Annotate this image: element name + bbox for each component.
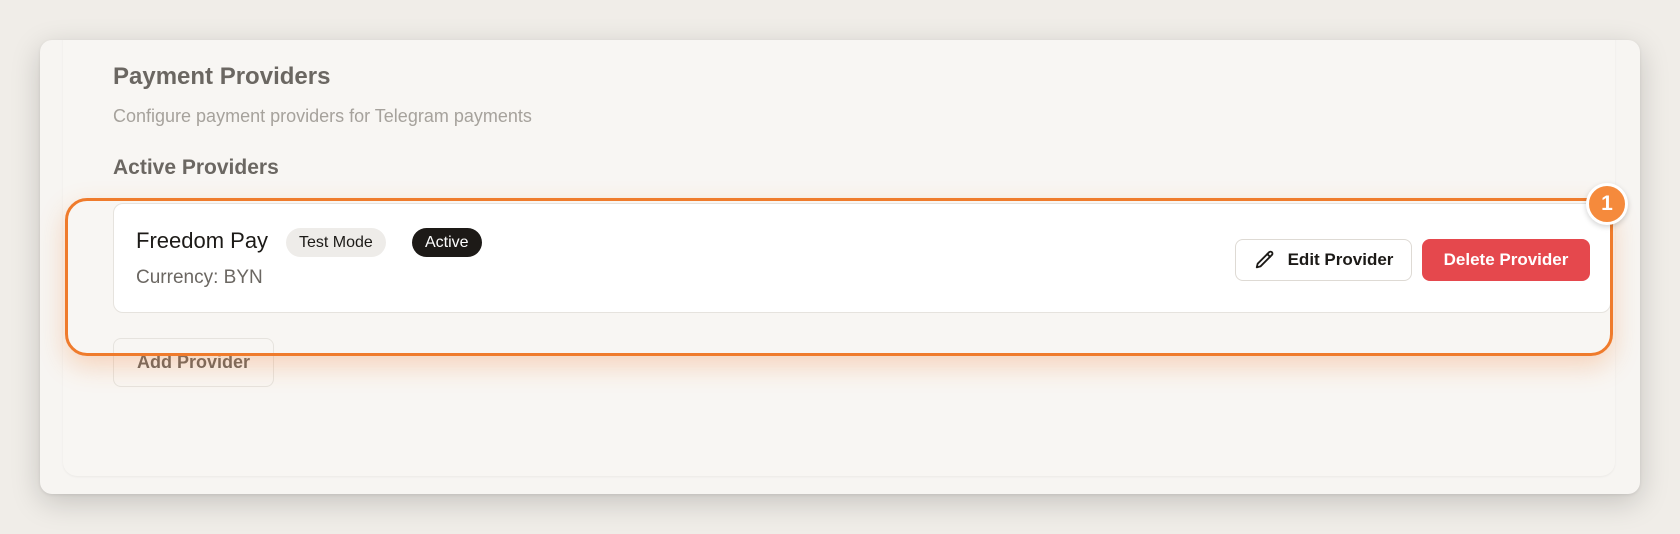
provider-row: Freedom Pay Test Mode Active Currency: B… xyxy=(113,203,1611,313)
section-description: Configure payment providers for Telegram… xyxy=(113,106,532,126)
provider-currency: Currency: BYN xyxy=(136,267,263,289)
test-mode-badge: Test Mode xyxy=(286,228,386,257)
pencil-icon xyxy=(1254,249,1276,271)
section-title: Payment Providers xyxy=(113,63,331,90)
settings-window: Payment Providers Configure payment prov… xyxy=(40,40,1640,494)
annotation-number-badge: 1 xyxy=(1586,183,1628,225)
currency-value: BYN xyxy=(223,267,263,288)
active-providers-heading: Active Providers xyxy=(113,156,279,179)
delete-provider-button[interactable]: Delete Provider xyxy=(1422,239,1590,281)
currency-label: Currency: xyxy=(136,267,219,288)
payment-providers-card: Payment Providers Configure payment prov… xyxy=(63,40,1615,476)
edit-provider-button[interactable]: Edit Provider xyxy=(1235,239,1412,281)
provider-name: Freedom Pay xyxy=(136,228,269,253)
add-provider-button[interactable]: Add Provider xyxy=(113,338,274,387)
status-badge: Active xyxy=(412,228,482,257)
edit-provider-label: Edit Provider xyxy=(1287,250,1394,269)
